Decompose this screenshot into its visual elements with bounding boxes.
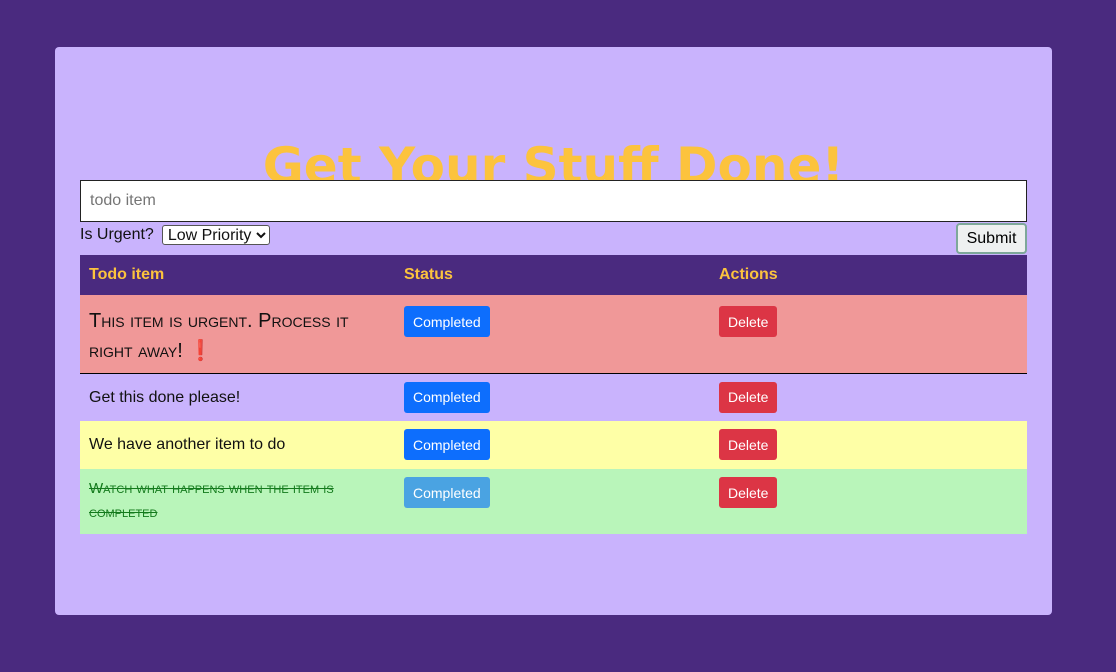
status-cell: Completed [395, 295, 710, 374]
submit-button[interactable]: Submit [956, 223, 1027, 254]
actions-cell: Delete [710, 421, 1027, 469]
delete-button[interactable]: Delete [719, 477, 778, 508]
todo-item-text: Get this done please! [89, 388, 241, 406]
status-cell: Completed [395, 469, 710, 534]
todo-item-cell: This item is urgent. Process it right aw… [80, 295, 395, 374]
delete-button[interactable]: Delete [719, 429, 778, 460]
completed-button[interactable]: Completed [404, 381, 490, 413]
status-cell: Completed [395, 421, 710, 469]
todo-item-text: Watch what happens when the item is comp… [89, 480, 334, 521]
header-actions: Actions [710, 255, 1027, 295]
table-row: Watch what happens when the item is comp… [80, 469, 1027, 534]
exclamation-icon: ❗ [188, 340, 214, 362]
urgent-label: Is Urgent? [80, 226, 154, 243]
delete-button[interactable]: Delete [719, 381, 778, 413]
header-status: Status [395, 255, 710, 295]
todo-item-label: This item is urgent. Process it right aw… [89, 310, 349, 362]
todo-card: Get Your Stuff Done! Is Urgent? Low Prio… [55, 47, 1052, 615]
table-row: Get this done please! Completed Delete [80, 373, 1027, 421]
todo-item-cell: We have another item to do [80, 421, 395, 469]
todo-item-text: This item is urgent. Process it right aw… [89, 306, 386, 366]
todo-item-text: We have another item to do [89, 436, 286, 453]
table-row: We have another item to do Completed Del… [80, 421, 1027, 469]
status-cell: Completed [395, 373, 710, 421]
todo-item-cell: Watch what happens when the item is comp… [80, 469, 395, 534]
todo-table: Todo item Status Actions This item is ur… [80, 255, 1027, 534]
actions-cell: Delete [710, 295, 1027, 374]
table-row: This item is urgent. Process it right aw… [80, 295, 1027, 374]
urgent-row: Is Urgent? Low Priority [80, 224, 270, 246]
table-header-row: Todo item Status Actions [80, 255, 1027, 295]
todo-item-cell: Get this done please! [80, 373, 395, 421]
header-todo-item: Todo item [80, 255, 395, 295]
actions-cell: Delete [710, 373, 1027, 421]
completed-button[interactable]: Completed [404, 306, 490, 337]
actions-cell: Delete [710, 469, 1027, 534]
todo-item-input[interactable] [80, 180, 1027, 222]
completed-button[interactable]: Completed [404, 429, 490, 460]
completed-button[interactable]: Completed [404, 477, 490, 508]
delete-button[interactable]: Delete [719, 306, 778, 337]
priority-select[interactable]: Low Priority [161, 225, 270, 245]
